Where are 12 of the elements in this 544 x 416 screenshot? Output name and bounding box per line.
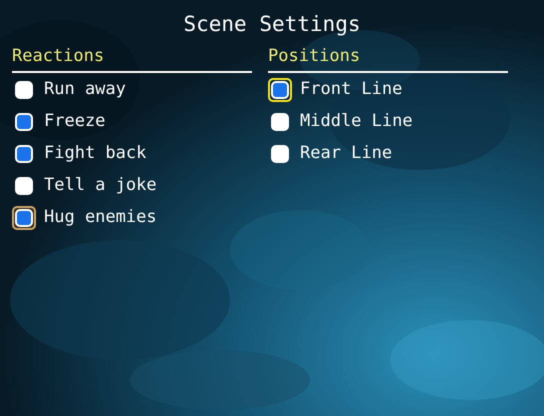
option-label: Rear Line (300, 142, 392, 165)
screen-title: Scene Settings (183, 11, 360, 38)
option-label: Fight back (44, 142, 146, 165)
checkbox[interactable] (12, 206, 36, 230)
section-heading: Positions (268, 46, 360, 66)
option-label: Hug enemies (44, 206, 157, 229)
option-label: Run away (44, 78, 126, 101)
option-label: Tell a joke (44, 174, 157, 197)
option-label: Middle Line (300, 110, 413, 133)
option-label: Front Line (300, 78, 402, 101)
section-heading: Reactions (12, 46, 104, 66)
option-label: Freeze (44, 110, 106, 133)
